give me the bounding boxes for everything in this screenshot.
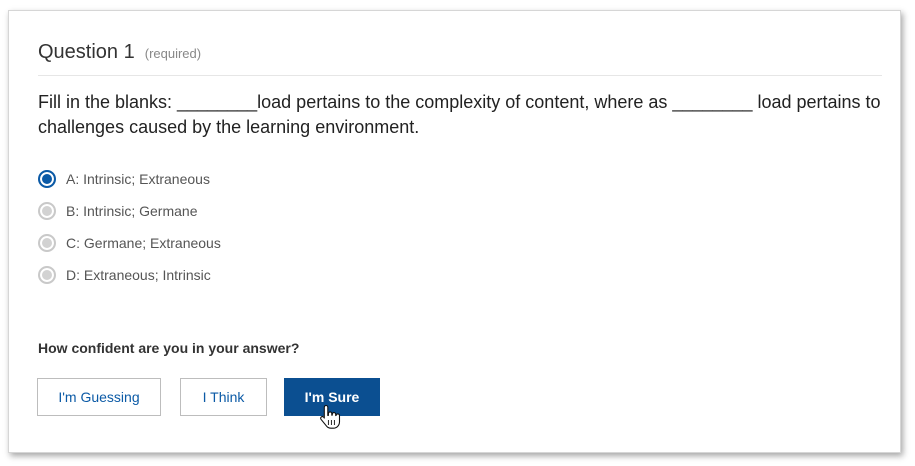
hand-pointer-icon — [320, 404, 341, 429]
option-label-c: C: Germane; Extraneous — [66, 235, 221, 251]
option-c[interactable]: C: Germane; Extraneous — [38, 227, 221, 259]
radio-d[interactable] — [38, 266, 56, 284]
option-label-d: D: Extraneous; Intrinsic — [66, 267, 211, 283]
question-title: Question 1 — [38, 41, 135, 63]
confidence-question: How confident are you in your answer? — [38, 340, 300, 356]
header-divider — [38, 75, 882, 76]
think-button[interactable]: I Think — [180, 378, 267, 416]
radio-a[interactable] — [38, 170, 56, 188]
question-header: Question 1 (required) — [38, 41, 201, 64]
answer-options: A: Intrinsic; Extraneous B: Intrinsic; G… — [38, 163, 221, 291]
question-prompt: Fill in the blanks: ________load pertain… — [38, 92, 881, 137]
option-d[interactable]: D: Extraneous; Intrinsic — [38, 259, 221, 291]
required-label: (required) — [144, 46, 202, 61]
radio-b[interactable] — [38, 202, 56, 220]
option-label-a: A: Intrinsic; Extraneous — [66, 171, 210, 187]
option-b[interactable]: B: Intrinsic; Germane — [38, 195, 221, 227]
guessing-button[interactable]: I'm Guessing — [37, 378, 161, 416]
option-label-b: B: Intrinsic; Germane — [66, 203, 198, 219]
radio-c[interactable] — [38, 234, 56, 252]
question-card: Question 1 (required) Fill in the blanks… — [8, 10, 901, 453]
option-a[interactable]: A: Intrinsic; Extraneous — [38, 163, 221, 195]
